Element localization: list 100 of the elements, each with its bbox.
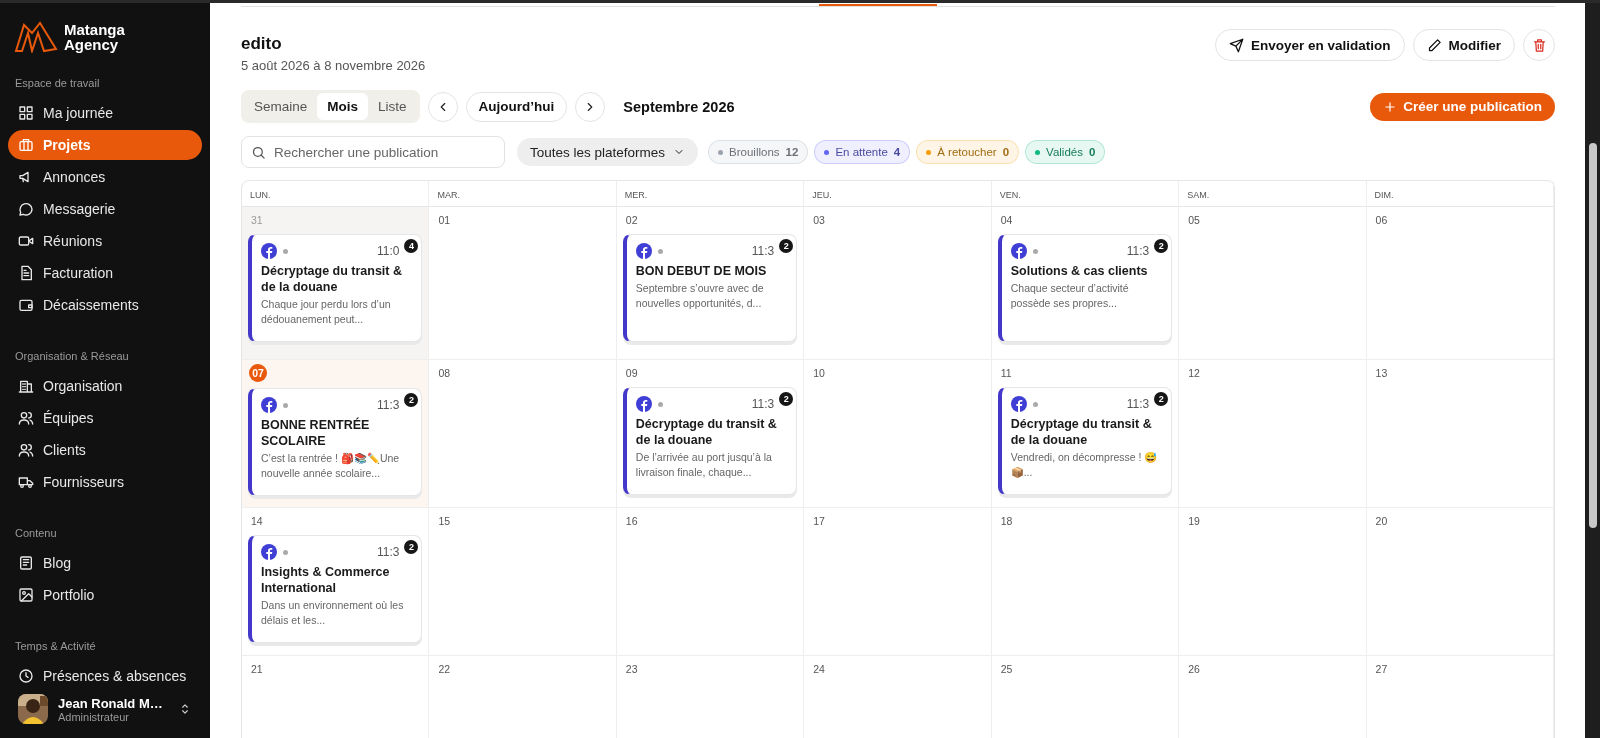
- nav-item[interactable]: Ma journée: [8, 98, 202, 128]
- day-cell[interactable]: 18: [991, 508, 1180, 656]
- day-cell[interactable]: 26: [1179, 656, 1367, 738]
- send-validation-button[interactable]: Envoyer en validation: [1214, 29, 1405, 61]
- day-cell[interactable]: 20: [1366, 508, 1554, 656]
- post-excerpt: C’est la rentrée ! 🎒📚✏Une nouvelle année scolaire...: [261, 451, 401, 481]
- nav-item[interactable]: Projets: [8, 130, 202, 160]
- view-tab[interactable]: Semaine: [244, 93, 318, 120]
- status-filter[interactable]: En attente 4: [814, 140, 911, 164]
- search-field[interactable]: Rechercher une publication: [241, 136, 505, 168]
- view-tab[interactable]: Mois: [317, 93, 369, 120]
- day-number: 02: [625, 214, 638, 226]
- nav-item[interactable]: Présences & absences: [8, 661, 202, 691]
- day-number: 25: [1000, 663, 1013, 675]
- status-filter[interactable]: Validés 0: [1025, 140, 1106, 164]
- post-card[interactable]: 11:3 2 Solutions & cas clients Chaque secteur d’activité possède ses propres...: [997, 234, 1173, 342]
- day-cell[interactable]: 31 11:0 4 Décryptage du transit & de la douane Chaque jour perdu lors d’un dédouanement peut...: [242, 207, 430, 360]
- post-card[interactable]: 11:3 2 Décryptage du transit & de la douane De l’arrivée au port jusqu’à la livraison finale, chaque...: [622, 387, 798, 495]
- count-badge: 2: [404, 393, 419, 407]
- building-icon: [18, 378, 34, 394]
- scrollbar-thumb[interactable]: [1588, 143, 1597, 528]
- nav-item[interactable]: Réunions: [8, 226, 202, 256]
- edit-button[interactable]: Modifier: [1412, 29, 1515, 61]
- day-cell[interactable]: 07 11:3 2 BONNE RENTRÉE SCOLAIRE C’est la rentrée ! 🎒📚✏Une nouvelle année scolaire...: [242, 360, 430, 508]
- post-card[interactable]: 11:3 2 Insights & Commerce International Dans un environnement où les délais et les...: [248, 535, 423, 643]
- nav-item[interactable]: Clients: [8, 435, 202, 465]
- day-cell[interactable]: 19: [1179, 508, 1367, 656]
- day-number: 15: [438, 515, 451, 527]
- weekday-header: MER.: [616, 181, 805, 207]
- post-card[interactable]: 11:3 2 Décryptage du transit & de la douane Vendredi, on décompresse ! 😅📦...: [997, 387, 1173, 495]
- day-cell[interactable]: 05: [1179, 207, 1367, 360]
- day-cell[interactable]: 03: [804, 207, 992, 360]
- platform-dropdown[interactable]: Toutes les plateformes: [517, 138, 699, 166]
- post-time: 11:3: [1126, 244, 1150, 258]
- nav-item[interactable]: Fournisseurs: [8, 467, 202, 497]
- filter-label: À retoucher: [937, 146, 997, 158]
- day-cell[interactable]: 25: [991, 656, 1180, 738]
- status-filter[interactable]: Brouillons 12: [708, 140, 809, 164]
- day-cell[interactable]: 09 11:3 2 Décryptage du transit & de la douane De l’arrivée au port jusqu’à la livraison finale, chaque...: [616, 360, 805, 508]
- day-cell[interactable]: 21: [242, 656, 430, 738]
- brand-name: Agency: [64, 37, 119, 52]
- nav-item[interactable]: Organisation: [8, 371, 202, 401]
- post-excerpt: Vendredi, on décompresse ! 😅📦...: [1010, 450, 1159, 480]
- day-cell[interactable]: 27: [1366, 656, 1554, 738]
- nav-item[interactable]: Annonces: [8, 162, 202, 192]
- day-cell[interactable]: 13: [1366, 360, 1554, 508]
- post-title: Décryptage du transit & de la douane: [1010, 416, 1153, 448]
- day-cell[interactable]: 06: [1366, 207, 1554, 360]
- day-cell[interactable]: 12: [1179, 360, 1367, 508]
- send-icon: [1228, 37, 1244, 53]
- users-icon: [18, 410, 34, 426]
- post-card[interactable]: 11:0 4 Décryptage du transit & de la douane Chaque jour perdu lors d’un dédouanement peut...: [248, 234, 423, 342]
- day-cell[interactable]: 16: [616, 508, 805, 656]
- post-title: BONNE RENTRÉE SCOLAIRE: [261, 417, 371, 449]
- status-dot: [1032, 248, 1038, 254]
- day-number: 08: [438, 367, 451, 379]
- day-cell[interactable]: 11 11:3 2 Décryptage du transit & de la douane Vendredi, on décompresse ! 😅📦...: [991, 360, 1180, 508]
- day-cell[interactable]: 24: [804, 656, 992, 738]
- day-cell[interactable]: 22: [429, 656, 617, 738]
- nav-item[interactable]: Portfolio: [8, 580, 202, 610]
- day-cell[interactable]: 14 11:3 2 Insights & Commerce International Dans un environnement où les délais et les...: [242, 508, 430, 656]
- post-card[interactable]: 11:3 2 BONNE RENTRÉE SCOLAIRE C’est la rentrée ! 🎒📚✏Une nouvelle année scolaire...: [248, 388, 423, 496]
- facebook-icon: [635, 396, 652, 412]
- day-cell[interactable]: 17: [804, 508, 992, 656]
- day-cell[interactable]: 08: [429, 360, 617, 508]
- day-cell[interactable]: 04 11:3 2 Solutions & cas clients Chaque secteur d’activité possède ses propres...: [991, 207, 1180, 360]
- filter-label: En attente: [835, 146, 888, 158]
- count-badge: 2: [779, 239, 794, 253]
- post-card[interactable]: 11:3 2 BON DEBUT DE MOIS Septembre s’ouvre avec de nouvelles opportunités, d...: [622, 234, 798, 342]
- post-time: 11:0: [376, 244, 400, 258]
- weekday-header: DIM.: [1366, 181, 1554, 207]
- create-publication-button[interactable]: Créer une publication: [1370, 92, 1555, 121]
- status-filter[interactable]: À retoucher 0: [916, 140, 1020, 164]
- today-button[interactable]: Aujourd’hui: [465, 91, 568, 122]
- status-dot: [657, 248, 663, 254]
- nav-item[interactable]: Messagerie: [8, 194, 202, 224]
- delete-button[interactable]: [1523, 29, 1555, 61]
- day-number: 13: [1375, 367, 1388, 379]
- facebook-icon: [635, 243, 652, 259]
- trash-icon: [1531, 37, 1547, 53]
- facebook-icon: [261, 397, 277, 413]
- day-number: 16: [625, 515, 638, 527]
- view-tab[interactable]: Liste: [368, 93, 417, 120]
- day-cell[interactable]: 15: [429, 508, 617, 656]
- image-icon: [18, 587, 34, 603]
- day-cell[interactable]: 10: [804, 360, 992, 508]
- day-cell[interactable]: 23: [616, 656, 805, 738]
- project-title: edito: [241, 34, 283, 54]
- nav-item[interactable]: Décaissements: [8, 290, 202, 320]
- nav-item[interactable]: Équipes: [8, 403, 202, 433]
- weekday-header: SAM.: [1179, 181, 1367, 207]
- nav-item[interactable]: Facturation: [8, 258, 202, 288]
- clock-icon: [18, 668, 34, 684]
- day-cell[interactable]: 02 11:3 2 BON DEBUT DE MOIS Septembre s’ouvre avec de nouvelles opportunités, d...: [616, 207, 805, 360]
- nav-item[interactable]: Blog: [8, 548, 202, 578]
- count-badge: 2: [1154, 392, 1169, 406]
- user-role: Administrateur: [58, 710, 130, 723]
- section-heading: Contenu: [14, 526, 58, 541]
- post-excerpt: De l’arrivée au port jusqu’à la livraison finale, chaque...: [635, 450, 773, 480]
- day-cell[interactable]: 01: [429, 207, 617, 360]
